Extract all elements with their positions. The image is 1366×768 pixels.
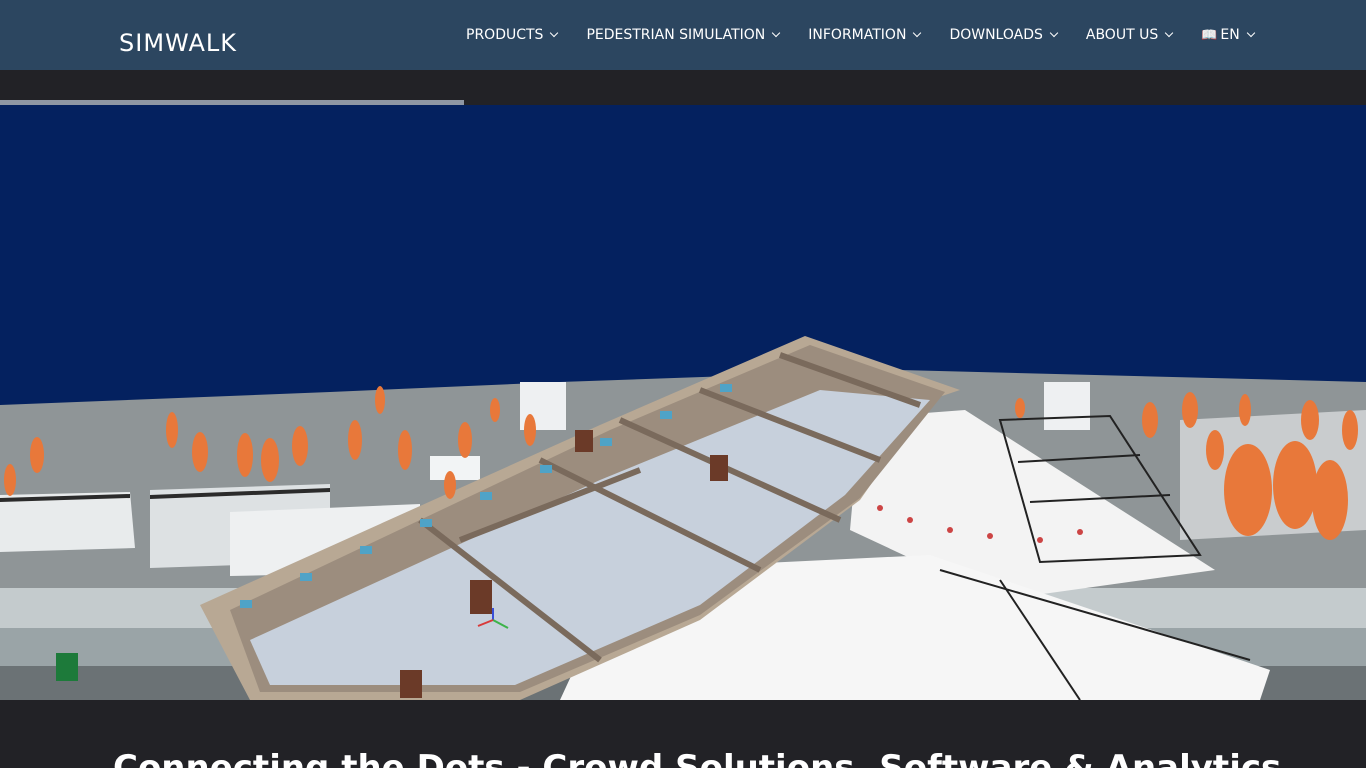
page-headline: Connecting the Dots - Crowd Solutions, S… [113,748,1282,768]
nav-products[interactable]: PRODUCTS [466,27,559,43]
language-icon: 📖 [1201,27,1218,43]
site-header: SIMWALK PRODUCTS PEDESTRIAN SIMULATION I… [0,0,1366,70]
hero-image [0,336,1366,700]
nav-language[interactable]: 📖 EN [1201,27,1255,43]
chevron-down-icon [550,28,559,38]
nav-information[interactable]: INFORMATION [808,27,922,43]
nav-about-us-label: ABOUT US [1085,27,1159,43]
chevron-down-icon [1049,28,1059,38]
intro-section: Connecting the Dots - Crowd Solutions, S… [0,700,1366,768]
nav-products-label: PRODUCTS [466,27,544,43]
header-spacer [0,70,1366,100]
nav-about-us[interactable]: ABOUT US [1085,27,1174,43]
nav-downloads[interactable]: DOWNLOADS [949,27,1059,43]
nav-language-label: EN [1220,27,1240,43]
chevron-down-icon [1164,28,1174,38]
hero-slider[interactable] [0,100,1366,700]
nav-pedestrian-simulation-label: PEDESTRIAN SIMULATION [586,27,766,43]
main-nav: PRODUCTS PEDESTRIAN SIMULATION INFORMATI… [466,0,1255,70]
chevron-down-icon [1246,28,1255,38]
slider-progress-bar [0,100,1366,105]
chevron-down-icon [772,28,781,38]
nav-downloads-label: DOWNLOADS [949,27,1043,43]
simwalk-logo[interactable]: SIMWALK [119,28,237,58]
slider-progress-fill [0,100,465,105]
chevron-down-icon [913,28,922,38]
nav-information-label: INFORMATION [808,27,907,43]
nav-pedestrian-simulation[interactable]: PEDESTRIAN SIMULATION [586,27,781,43]
